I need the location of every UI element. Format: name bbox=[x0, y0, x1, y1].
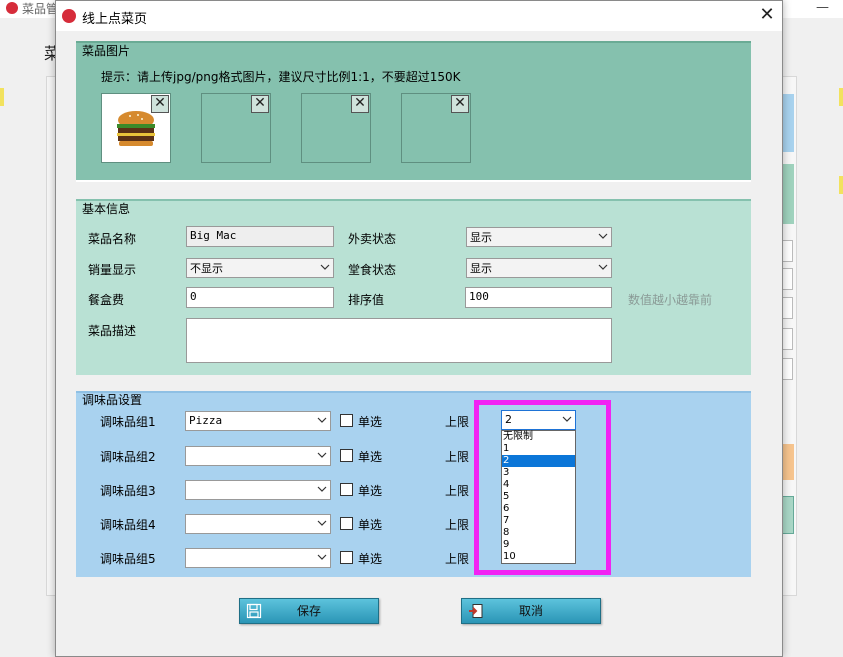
background-panel bbox=[782, 444, 794, 480]
chevron-down-icon bbox=[317, 486, 327, 492]
single-select-label: 单选 bbox=[358, 552, 383, 566]
condiment-group-4-select[interactable] bbox=[185, 514, 331, 534]
limit-option[interactable]: 1 bbox=[502, 443, 575, 455]
condiment-group-3-select[interactable] bbox=[185, 480, 331, 500]
takeout-status-select[interactable]: 显示 bbox=[466, 227, 612, 247]
limit-option-highlighted[interactable]: 2 bbox=[502, 455, 575, 467]
condiment-group-5-label: 调味品组5 bbox=[100, 552, 156, 566]
sort-value-label: 排序值 bbox=[348, 293, 385, 307]
dish-name-label: 菜品名称 bbox=[88, 232, 137, 246]
limit-option[interactable]: 4 bbox=[502, 479, 575, 491]
exit-icon bbox=[469, 604, 483, 618]
condiment-legend: 调味品设置 bbox=[82, 393, 143, 407]
single-select-checkbox-5[interactable] bbox=[340, 551, 353, 564]
limit-select[interactable]: 2 bbox=[501, 410, 576, 430]
dialog-titlebar bbox=[56, 1, 782, 31]
image-panel: 菜品图片 提示：请上传jpg/png格式图片，建议尺寸比例1:1，不要超过150… bbox=[76, 41, 751, 182]
sales-display-value: 不显示 bbox=[190, 262, 223, 275]
background-highlight bbox=[839, 176, 843, 194]
dish-description-field[interactable] bbox=[186, 318, 612, 363]
background-button bbox=[782, 496, 794, 534]
limit-option[interactable]: 6 bbox=[502, 503, 575, 515]
single-select-label: 单选 bbox=[358, 484, 383, 498]
chevron-down-icon bbox=[317, 520, 327, 526]
image-panel-legend: 菜品图片 bbox=[82, 44, 131, 58]
limit-option[interactable]: 5 bbox=[502, 491, 575, 503]
limit-label: 上限 bbox=[445, 450, 470, 464]
single-select-label: 单选 bbox=[358, 415, 383, 429]
close-icon[interactable]: ✕ bbox=[756, 4, 778, 26]
limit-label: 上限 bbox=[445, 518, 470, 532]
save-button[interactable]: 保存 bbox=[239, 598, 379, 624]
cancel-label: 取消 bbox=[518, 604, 543, 618]
sales-display-select[interactable]: 不显示 bbox=[186, 258, 334, 278]
limit-option[interactable]: 8 bbox=[502, 527, 575, 539]
takeout-status-value: 显示 bbox=[470, 231, 492, 244]
dinein-status-label: 堂食状态 bbox=[348, 263, 397, 277]
limit-option[interactable]: 无限制 bbox=[502, 431, 575, 443]
condiment-group-1-label: 调味品组1 bbox=[100, 415, 156, 429]
basic-info-panel: 基本信息 菜品名称 Big Mac 外卖状态 显示 销量显示 不显示 堂食状态 … bbox=[76, 199, 751, 375]
single-select-checkbox-1[interactable] bbox=[340, 414, 353, 427]
limit-label: 上限 bbox=[445, 552, 470, 566]
sort-value-field[interactable]: 100 bbox=[465, 287, 612, 308]
panel-divider bbox=[76, 180, 751, 182]
online-menu-dialog: 线上点菜页 ✕ 菜品图片 提示：请上传jpg/png格式图片，建议尺寸比例1:1… bbox=[55, 0, 783, 657]
background-highlight bbox=[0, 88, 4, 106]
chevron-down-icon bbox=[598, 233, 608, 239]
takeout-status-label: 外卖状态 bbox=[348, 232, 397, 246]
chevron-down-icon bbox=[320, 264, 330, 270]
condiment-group-5-select[interactable] bbox=[185, 548, 331, 568]
single-select-label: 单选 bbox=[358, 450, 383, 464]
chevron-down-icon bbox=[598, 264, 608, 270]
background-minimize-button[interactable]: — bbox=[816, 0, 829, 15]
dish-description-label: 菜品描述 bbox=[88, 324, 137, 338]
chevron-down-icon bbox=[317, 417, 327, 423]
dialog-title: 线上点菜页 bbox=[82, 12, 148, 27]
sales-display-label: 销量显示 bbox=[88, 263, 137, 277]
condiment-group-1-value: Pizza bbox=[189, 414, 223, 427]
background-window-title: 菜品管 bbox=[22, 2, 59, 16]
condiment-group-3-label: 调味品组3 bbox=[100, 484, 156, 498]
remove-image-4-icon[interactable]: ✕ bbox=[451, 95, 469, 113]
remove-image-2-icon[interactable]: ✕ bbox=[251, 95, 269, 113]
limit-options-list: 无限制 1 2 3 4 5 6 7 8 9 10 bbox=[501, 430, 576, 564]
limit-option[interactable]: 9 bbox=[502, 539, 575, 551]
condiment-group-2-select[interactable] bbox=[185, 446, 331, 466]
limit-label: 上限 bbox=[445, 484, 470, 498]
chevron-down-icon bbox=[317, 452, 327, 458]
sort-hint: 数值越小越靠前 bbox=[628, 293, 713, 307]
basic-info-legend: 基本信息 bbox=[82, 202, 131, 216]
single-select-checkbox-2[interactable] bbox=[340, 449, 353, 462]
dinein-status-value: 显示 bbox=[470, 262, 492, 275]
single-select-checkbox-4[interactable] bbox=[340, 517, 353, 530]
condiment-group-1-select[interactable]: Pizza bbox=[185, 411, 331, 431]
save-icon bbox=[246, 603, 262, 619]
limit-label: 上限 bbox=[445, 415, 470, 429]
condiment-group-4-label: 调味品组4 bbox=[100, 518, 156, 532]
limit-selected-value: 2 bbox=[505, 413, 512, 426]
remove-image-3-icon[interactable]: ✕ bbox=[351, 95, 369, 113]
remove-image-1-icon[interactable]: ✕ bbox=[151, 95, 169, 113]
save-label: 保存 bbox=[296, 604, 321, 618]
upload-hint: 提示：请上传jpg/png格式图片，建议尺寸比例1:1，不要超过150K bbox=[101, 70, 461, 84]
dish-name-field[interactable]: Big Mac bbox=[186, 226, 334, 247]
chevron-down-icon bbox=[562, 416, 572, 422]
box-fee-field[interactable]: 0 bbox=[186, 287, 334, 308]
limit-option[interactable]: 3 bbox=[502, 467, 575, 479]
dinein-status-select[interactable]: 显示 bbox=[466, 258, 612, 278]
condiment-group-2-label: 调味品组2 bbox=[100, 450, 156, 464]
app-icon bbox=[62, 9, 76, 23]
single-select-label: 单选 bbox=[358, 518, 383, 532]
cancel-button[interactable]: 取消 bbox=[461, 598, 601, 624]
background-app-icon bbox=[6, 2, 18, 14]
chevron-down-icon bbox=[317, 554, 327, 560]
box-fee-label: 餐盒费 bbox=[88, 293, 125, 307]
limit-option[interactable]: 10 bbox=[502, 551, 575, 563]
background-highlight bbox=[839, 88, 843, 106]
condiment-panel: 调味品设置 调味品组1 Pizza 单选 上限 调味品组2 单选 上限 调味品组… bbox=[76, 391, 751, 577]
single-select-checkbox-3[interactable] bbox=[340, 483, 353, 496]
limit-option[interactable]: 7 bbox=[502, 515, 575, 527]
